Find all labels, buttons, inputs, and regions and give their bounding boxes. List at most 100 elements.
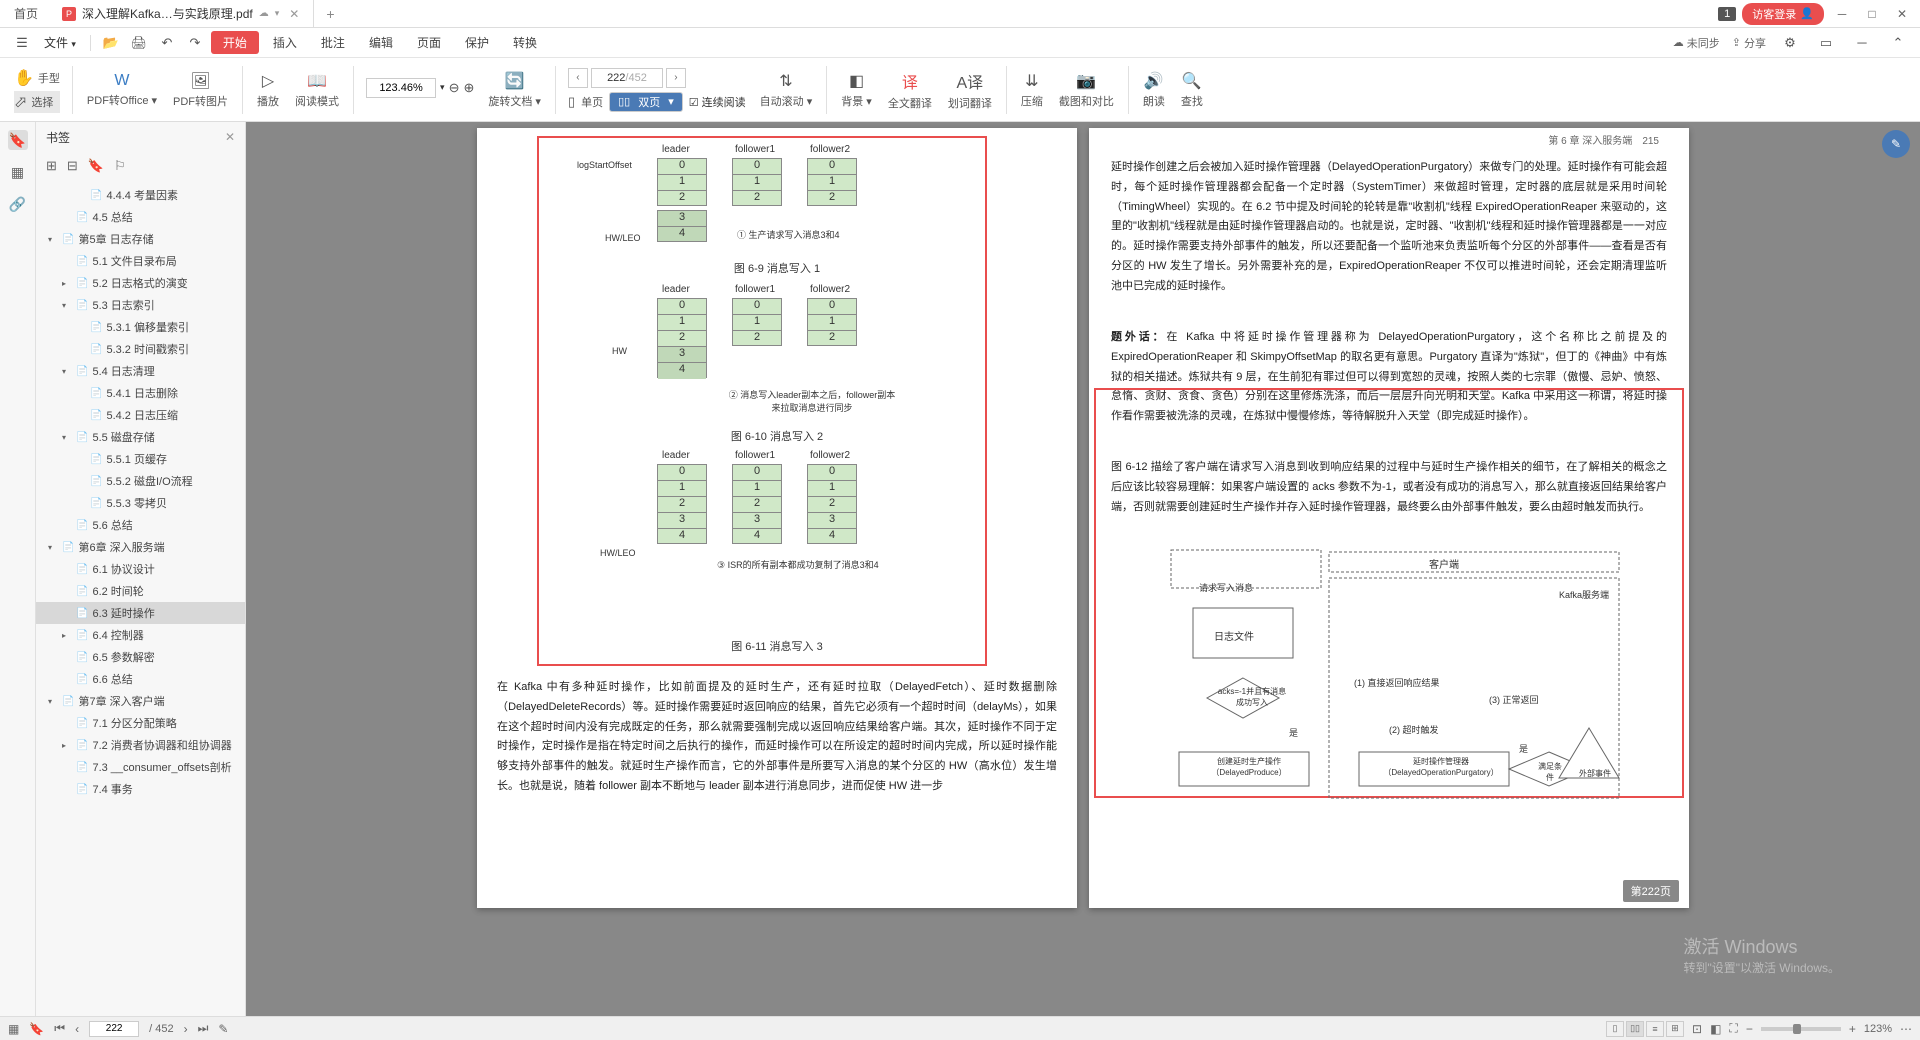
bookmark-item[interactable]: ▾📄5.3 日志索引 bbox=[36, 294, 245, 316]
layout-icon[interactable]: ▭ bbox=[1814, 31, 1838, 55]
expand-icon[interactable]: ▾ bbox=[62, 301, 72, 310]
new-tab-button[interactable]: + bbox=[314, 6, 346, 22]
bookmark-item[interactable]: 📄5.3.2 时间戳索引 bbox=[36, 338, 245, 360]
open-icon[interactable]: 📂 bbox=[99, 31, 123, 55]
sb-markup-icon[interactable]: ✎ bbox=[218, 1022, 228, 1036]
sb-page-input[interactable] bbox=[89, 1021, 139, 1037]
bookmark-item[interactable]: 📄6.1 协议设计 bbox=[36, 558, 245, 580]
minimize-button[interactable]: ─ bbox=[1830, 4, 1854, 24]
tab-home[interactable]: 首页 bbox=[0, 0, 52, 27]
bookmark-item[interactable]: 📄5.4.1 日志删除 bbox=[36, 382, 245, 404]
expand-icon[interactable]: ▸ bbox=[62, 631, 72, 640]
single-page-icon[interactable]: ▯ bbox=[568, 94, 575, 110]
menu-file[interactable]: 文件 ▾ bbox=[38, 34, 82, 51]
double-page-toggle[interactable]: ▯▯ 双页 ▾ bbox=[609, 92, 683, 112]
login-button[interactable]: 访客登录👤 bbox=[1742, 3, 1824, 25]
menu-protect[interactable]: 保护 bbox=[455, 34, 499, 51]
bookmark-item[interactable]: ▾📄5.4 日志清理 bbox=[36, 360, 245, 382]
zoom-dropdown-icon[interactable]: ▾ bbox=[440, 82, 445, 93]
bookmark-item[interactable]: 📄7.3 __consumer_offsets剖析 bbox=[36, 756, 245, 778]
sb-zoom-in-icon[interactable]: + bbox=[1849, 1022, 1856, 1036]
bookmark-item[interactable]: 📄4.4.4 考量因素 bbox=[36, 184, 245, 206]
fulltext-translate-button[interactable]: 译全文翻译 bbox=[880, 65, 940, 115]
sb-fit-icon[interactable]: ⊡ bbox=[1692, 1022, 1702, 1036]
autoscroll-button[interactable]: ⇅自动滚动 ▾ bbox=[752, 67, 821, 113]
menu-review[interactable]: 批注 bbox=[311, 34, 355, 51]
expand-all-icon[interactable]: ⊞ bbox=[46, 158, 57, 174]
sb-fullscreen-icon[interactable]: ⛶ bbox=[1729, 1021, 1737, 1036]
bookmark-item[interactable]: ▾📄第5章 日志存储 bbox=[36, 228, 245, 250]
close-panel-icon[interactable]: ✕ bbox=[225, 130, 235, 144]
sb-next-page-icon[interactable]: › bbox=[184, 1022, 188, 1036]
word-translate-button[interactable]: A译划词翻译 bbox=[940, 65, 1000, 115]
sync-status[interactable]: ☁未同步 bbox=[1673, 35, 1720, 51]
continuous-read-checkbox[interactable]: ☑ 连续阅读 bbox=[689, 94, 746, 110]
print-icon[interactable]: 🖨 bbox=[127, 31, 151, 55]
link-tab-icon[interactable]: 🔗 bbox=[8, 194, 28, 214]
sb-view4-icon[interactable]: ⊞ bbox=[1666, 1021, 1684, 1037]
bookmark-item[interactable]: ▸📄7.2 消费者协调器和组协调器 bbox=[36, 734, 245, 756]
float-assistant-icon[interactable]: ✎ bbox=[1882, 130, 1910, 158]
zoom-slider[interactable] bbox=[1761, 1027, 1841, 1031]
sb-thumbnail-icon[interactable]: ▦ bbox=[8, 1022, 19, 1036]
bookmark-item[interactable]: ▸📄5.2 日志格式的演变 bbox=[36, 272, 245, 294]
bookmark-item[interactable]: 📄7.1 分区分配策略 bbox=[36, 712, 245, 734]
rotate-button[interactable]: 🔄旋转文档 ▾ bbox=[480, 67, 549, 113]
bookmark-item[interactable]: ▸📄6.4 控制器 bbox=[36, 624, 245, 646]
zoom-out-icon[interactable]: ⊖ bbox=[449, 80, 460, 96]
zoom-in-icon[interactable]: ⊕ bbox=[463, 80, 474, 96]
document-viewport[interactable]: 0 1 2 3 4 0 1 2 0 1 2 leader follower1 f… bbox=[246, 122, 1920, 1016]
sb-view2-icon[interactable]: ▯▯ bbox=[1626, 1021, 1644, 1037]
bookmark-item[interactable]: ▾📄5.5 磁盘存储 bbox=[36, 426, 245, 448]
sb-more-icon[interactable]: ⋯ bbox=[1900, 1022, 1912, 1036]
undo-icon[interactable]: ↶ bbox=[155, 31, 179, 55]
menu-start[interactable]: 开始 bbox=[211, 31, 259, 54]
bookmark-item[interactable]: 📄5.4.2 日志压缩 bbox=[36, 404, 245, 426]
sb-fit2-icon[interactable]: ◧ bbox=[1710, 1022, 1721, 1036]
sb-bookmark-icon[interactable]: 🔖 bbox=[29, 1022, 44, 1036]
sb-first-page-icon[interactable]: ⏮ bbox=[54, 1021, 65, 1036]
expand-icon[interactable]: ▾ bbox=[48, 235, 58, 244]
notification-badge[interactable]: 1 bbox=[1718, 7, 1736, 21]
bookmark-item[interactable]: ▾📄第6章 深入服务端 bbox=[36, 536, 245, 558]
next-page-button[interactable]: › bbox=[666, 68, 686, 88]
bookmark-item[interactable]: 📄6.3 延时操作 bbox=[36, 602, 245, 624]
screenshot-button[interactable]: 📷截图和对比 bbox=[1051, 67, 1122, 113]
menu-convert[interactable]: 转换 bbox=[503, 34, 547, 51]
sb-last-page-icon[interactable]: ⏭ bbox=[198, 1021, 209, 1036]
thumbnail-tab-icon[interactable]: ▦ bbox=[8, 162, 28, 182]
locate-icon[interactable]: ⚐ bbox=[114, 158, 126, 174]
zoom-input[interactable] bbox=[366, 78, 436, 98]
bookmark-item[interactable]: 📄6.5 参数解密 bbox=[36, 646, 245, 668]
menu-edit[interactable]: 编辑 bbox=[359, 34, 403, 51]
background-button[interactable]: ◧背景 ▾ bbox=[833, 67, 880, 113]
maximize-button[interactable]: □ bbox=[1860, 4, 1884, 24]
expand-icon[interactable]: ▾ bbox=[48, 697, 58, 706]
sb-prev-page-icon[interactable]: ‹ bbox=[75, 1022, 79, 1036]
redo-icon[interactable]: ↷ bbox=[183, 31, 207, 55]
sb-view1-icon[interactable]: ▯ bbox=[1606, 1021, 1624, 1037]
menu-page[interactable]: 页面 bbox=[407, 34, 451, 51]
page-input[interactable]: 222/452 bbox=[591, 68, 663, 88]
pdf-to-office-button[interactable]: WPDF转Office ▾ bbox=[79, 68, 165, 112]
close-window-button[interactable]: ✕ bbox=[1890, 4, 1914, 24]
tab-document[interactable]: P 深入理解Kafka…与实践原理.pdf ☁ ▾ ✕ bbox=[52, 0, 314, 27]
minimize2-icon[interactable]: ─ bbox=[1850, 31, 1874, 55]
bookmark-item[interactable]: 📄5.1 文件目录布局 bbox=[36, 250, 245, 272]
bookmark-item[interactable]: 📄6.6 总结 bbox=[36, 668, 245, 690]
pdf-to-image-button[interactable]: 🖼PDF转图片 bbox=[165, 67, 236, 113]
find-button[interactable]: 🔍查找 bbox=[1173, 67, 1211, 113]
close-tab-icon[interactable]: ✕ bbox=[285, 7, 303, 21]
sb-view3-icon[interactable]: ≡ bbox=[1646, 1021, 1664, 1037]
bookmark-item[interactable]: 📄7.4 事务 bbox=[36, 778, 245, 800]
bookmark-item[interactable]: 📄5.3.1 偏移量索引 bbox=[36, 316, 245, 338]
menu-icon[interactable]: ☰ bbox=[10, 31, 34, 55]
bookmark-item[interactable]: 📄5.6 总结 bbox=[36, 514, 245, 536]
play-button[interactable]: ▷播放 bbox=[249, 67, 287, 113]
bookmark-tab-icon[interactable]: 🔖 bbox=[8, 130, 28, 150]
expand-icon[interactable]: ▾ bbox=[48, 543, 58, 552]
read-mode-button[interactable]: 📖阅读模式 bbox=[287, 67, 347, 113]
settings-icon[interactable]: ⚙ bbox=[1778, 31, 1802, 55]
read-aloud-button[interactable]: 🔊朗读 bbox=[1135, 67, 1173, 113]
expand-icon[interactable]: ▾ bbox=[62, 367, 72, 376]
